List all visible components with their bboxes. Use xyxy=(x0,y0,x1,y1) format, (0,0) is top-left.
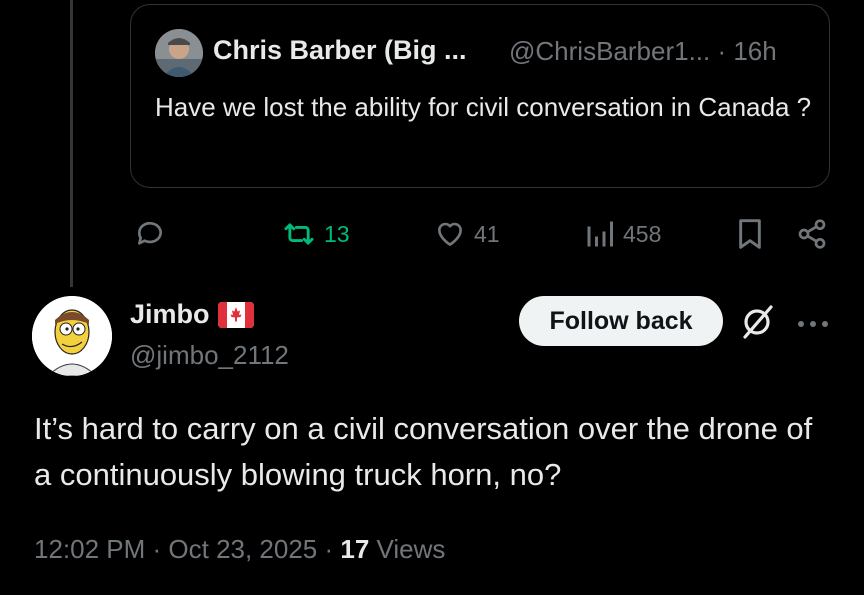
heart-icon xyxy=(438,222,462,246)
bookmark-button[interactable] xyxy=(736,218,764,250)
follow-back-button[interactable]: Follow back xyxy=(519,296,723,346)
like-count: 41 xyxy=(474,220,500,247)
share-icon xyxy=(798,219,826,249)
quoted-author-avatar[interactable] xyxy=(155,29,203,77)
like-button[interactable]: 41 xyxy=(434,218,500,250)
reply-post-text: It’s hard to carry on a civil conversati… xyxy=(34,411,813,492)
post-metadata: 12:02 PM · Oct 23, 2025 · 17 Views xyxy=(34,534,445,565)
reply-icon xyxy=(137,221,162,245)
post-views-label: Views xyxy=(369,534,446,564)
analytics-icon xyxy=(587,221,613,247)
quoted-author-handle-time: @ChrisBarber1... · 16h xyxy=(509,36,777,66)
quoted-post-text: Have we lost the ability for civil conve… xyxy=(155,92,812,122)
reply-author-name-row[interactable]: Jimbo xyxy=(130,299,254,330)
views-button[interactable]: 458 xyxy=(585,218,661,250)
post-views-count: 17 xyxy=(340,534,370,564)
reply-author-name[interactable]: Jimbo xyxy=(130,299,210,330)
quoted-post-card[interactable]: Chris Barber (Big ... @ChrisBarber1... ·… xyxy=(130,4,830,188)
post-action-bar: 13 41 458 xyxy=(0,212,864,256)
reply-author-handle[interactable]: @jimbo_2112 xyxy=(130,340,289,371)
more-options-icon[interactable] xyxy=(796,316,830,327)
reply-author-avatar[interactable] xyxy=(32,296,112,376)
views-count: 458 xyxy=(623,220,662,247)
grok-icon[interactable] xyxy=(740,302,776,342)
retweet-count: 13 xyxy=(324,220,350,247)
quoted-author-name[interactable]: Chris Barber (Big ... xyxy=(213,35,467,66)
retweet-button[interactable]: 13 xyxy=(282,218,350,250)
canada-flag-icon xyxy=(217,301,254,328)
share-button[interactable] xyxy=(796,218,828,250)
bookmark-icon xyxy=(739,219,761,249)
post-timestamp[interactable]: 12:02 PM · Oct 23, 2025 · xyxy=(34,534,340,564)
reply-button[interactable] xyxy=(134,218,166,250)
retweet-icon xyxy=(284,223,314,245)
